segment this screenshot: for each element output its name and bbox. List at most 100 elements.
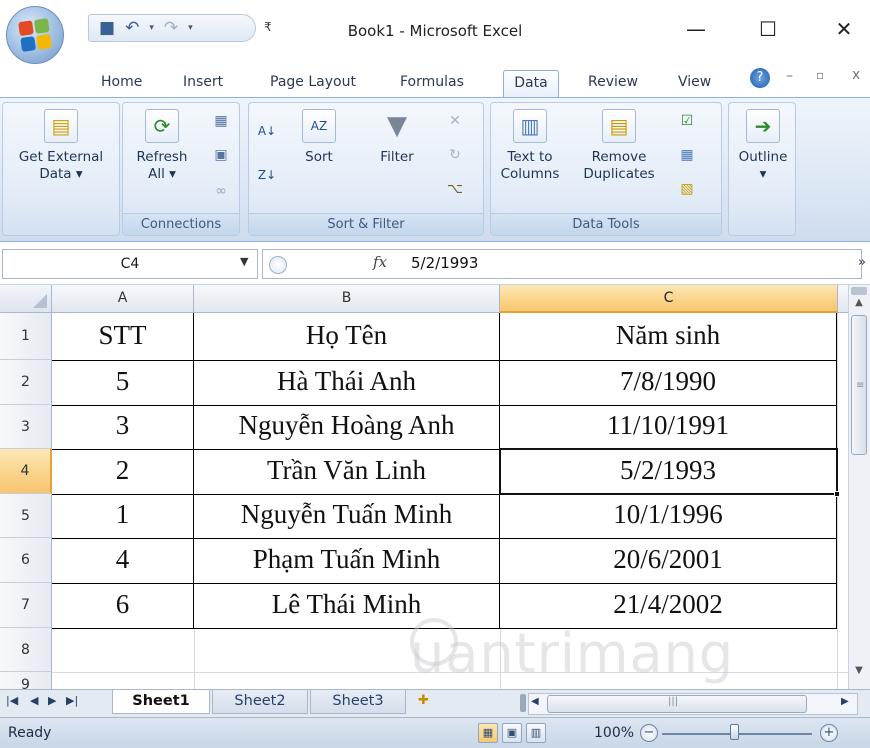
zoom-level[interactable]: 100% <box>594 725 634 741</box>
zoom-out-icon[interactable]: − <box>640 724 658 742</box>
row-header-5[interactable]: 5 <box>0 494 52 538</box>
workbook-close-icon[interactable]: x <box>852 67 860 83</box>
zoom-in-icon[interactable]: + <box>820 724 838 742</box>
name-box[interactable]: C4 <box>2 249 258 279</box>
vertical-scroll-thumb[interactable]: ≡ <box>851 315 867 455</box>
cell-b7[interactable]: Lê Thái Minh <box>194 589 499 620</box>
scroll-up-arrow-icon[interactable]: ▲ <box>850 297 868 315</box>
vertical-scrollbar[interactable]: ▲ ≡ ▼ <box>848 285 870 689</box>
horizontal-scrollbar[interactable]: ◀ ||| ▶ <box>528 693 858 715</box>
row-header-3[interactable]: 3 <box>0 405 52 449</box>
insert-function-icon[interactable]: fx <box>373 253 387 271</box>
horizontal-split-handle[interactable] <box>520 694 526 712</box>
vertical-split-handle[interactable] <box>851 287 867 295</box>
sort-a-z-icon[interactable]: A↓ <box>257 121 277 141</box>
cell-c5[interactable]: 10/1/1996 <box>500 499 836 530</box>
tab-page-layout[interactable]: Page Layout <box>270 70 374 98</box>
horizontal-scroll-thumb[interactable]: ||| <box>547 695 807 713</box>
cell-a7[interactable]: 6 <box>52 589 193 620</box>
cell-b1[interactable]: Họ Tên <box>194 320 499 351</box>
get-external-data-button[interactable]: ▤ Get External Data ▾ <box>9 109 113 183</box>
sheet-tab-sheet3[interactable]: Sheet3 <box>310 690 406 714</box>
row-header-8[interactable]: 8 <box>0 628 52 672</box>
page-layout-view-icon[interactable]: ▣ <box>502 723 522 743</box>
insert-sheet-icon[interactable]: ✚ <box>418 693 440 711</box>
last-sheet-icon[interactable]: ▶| <box>66 694 78 707</box>
next-sheet-icon[interactable]: ▶ <box>48 694 56 707</box>
tab-home[interactable]: Home <box>101 70 161 98</box>
expand-formula-bar-icon[interactable]: » <box>858 255 866 270</box>
tab-view[interactable]: View <box>678 70 724 98</box>
column-header-a[interactable]: A <box>52 285 194 313</box>
tab-review[interactable]: Review <box>588 70 652 98</box>
normal-view-icon[interactable]: ▦ <box>478 723 498 743</box>
scroll-left-arrow-icon[interactable]: ◀ <box>531 696 539 707</box>
sort-dialog-icon: AZ <box>302 109 336 143</box>
cell-c6[interactable]: 20/6/2001 <box>500 544 836 575</box>
cell-b2[interactable]: Hà Thái Anh <box>194 366 499 397</box>
filter-button[interactable]: ▼ Filter <box>361 109 433 166</box>
help-icon[interactable]: ? <box>750 68 770 88</box>
first-sheet-icon[interactable]: |◀ <box>6 694 18 707</box>
cell-a5[interactable]: 1 <box>52 499 193 530</box>
scroll-down-arrow-icon[interactable]: ▼ <box>850 665 868 683</box>
cell-b3[interactable]: Nguyễn Hoàng Anh <box>194 410 499 441</box>
row-header-6[interactable]: 6 <box>0 538 52 583</box>
name-box-dropdown-icon[interactable]: ▼ <box>240 255 248 268</box>
reapply-filter-icon[interactable]: ↻ <box>445 145 465 165</box>
cell-c3[interactable]: 11/10/1991 <box>500 410 836 441</box>
remove-duplicates-label: Remove <box>591 149 647 165</box>
sort-button[interactable]: AZ Sort <box>289 109 349 166</box>
scroll-right-arrow-icon[interactable]: ▶ <box>841 696 849 707</box>
refresh-label: Refresh <box>136 149 188 165</box>
row-header-1[interactable]: 1 <box>0 313 52 360</box>
cell-b6[interactable]: Phạm Tuấn Minh <box>194 544 499 575</box>
sheet-tab-sheet1[interactable]: Sheet1 <box>112 690 210 714</box>
close-button[interactable]: ✕ <box>824 14 864 44</box>
fill-handle[interactable] <box>834 491 840 497</box>
tab-data[interactable]: Data <box>503 70 559 98</box>
maximize-button[interactable]: ☐ <box>748 14 788 44</box>
column-header-c[interactable]: C <box>500 285 838 313</box>
remove-duplicates-button[interactable]: ▤ Remove Duplicates <box>571 109 667 183</box>
cell-b5[interactable]: Nguyễn Tuấn Minh <box>194 499 499 530</box>
row-header-2[interactable]: 2 <box>0 360 52 405</box>
column-header-d-partial[interactable] <box>838 285 848 313</box>
outline-button[interactable]: ➔ Outline ▾ <box>731 109 795 183</box>
refresh-all-button[interactable]: ⟳ Refresh All ▾ <box>127 109 197 183</box>
minimize-button[interactable]: — <box>676 14 716 44</box>
row-header-4[interactable]: 4 <box>0 449 52 494</box>
data-validation-icon[interactable]: ☑ <box>677 111 697 131</box>
sheet-tab-sheet2[interactable]: Sheet2 <box>212 690 308 714</box>
formula-input[interactable]: fx 5/2/1993 <box>262 249 862 279</box>
edit-links-icon[interactable]: ∞ <box>211 181 231 201</box>
connections-icon[interactable]: ▦ <box>211 111 231 131</box>
sort-z-a-icon[interactable]: Z↓ <box>257 165 277 185</box>
what-if-analysis-icon[interactable]: ▧ <box>677 179 697 199</box>
row-header-9[interactable]: 9 <box>0 672 52 689</box>
row-header-7[interactable]: 7 <box>0 583 52 628</box>
prev-sheet-icon[interactable]: ◀ <box>30 694 38 707</box>
tab-formulas[interactable]: Formulas <box>400 70 484 98</box>
cell-a2[interactable]: 5 <box>52 366 193 397</box>
select-all-button[interactable] <box>0 285 52 313</box>
cell-c1[interactable]: Năm sinh <box>500 320 836 351</box>
cell-c2[interactable]: 7/8/1990 <box>500 366 836 397</box>
text-to-columns-button[interactable]: ▥ Text to Columns <box>495 109 565 183</box>
cell-c7[interactable]: 21/4/2002 <box>500 589 836 620</box>
cell-b4[interactable]: Trần Văn Linh <box>194 455 499 486</box>
clear-filter-icon[interactable]: ✕ <box>445 111 465 131</box>
cell-a1[interactable]: STT <box>52 320 193 351</box>
workbook-minimize-icon[interactable]: – <box>786 68 793 84</box>
advanced-filter-icon[interactable]: ⌥ <box>445 179 465 199</box>
zoom-slider-thumb[interactable] <box>730 724 739 740</box>
properties-icon[interactable]: ▣ <box>211 145 231 165</box>
cell-a3[interactable]: 3 <box>52 410 193 441</box>
page-break-preview-icon[interactable]: ▥ <box>526 723 546 743</box>
consolidate-icon[interactable]: ▦ <box>677 145 697 165</box>
column-header-b[interactable]: B <box>194 285 500 313</box>
tab-insert[interactable]: Insert <box>183 70 239 98</box>
workbook-restore-icon[interactable]: ▫ <box>816 68 824 82</box>
cell-a4[interactable]: 2 <box>52 455 193 486</box>
cell-a6[interactable]: 4 <box>52 544 193 575</box>
